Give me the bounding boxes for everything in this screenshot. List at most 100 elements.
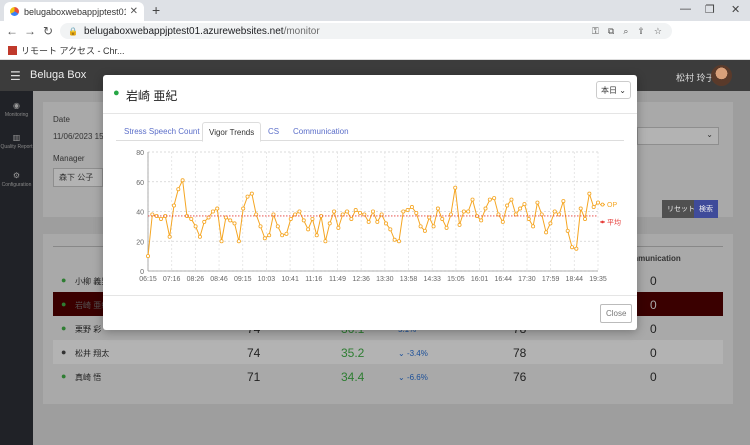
op-data-point <box>249 191 254 196</box>
op-data-point <box>392 237 397 242</box>
op-data-point <box>219 239 224 244</box>
op-data-point <box>258 224 263 229</box>
bookmarks-bar: リモート アクセス - Chr... <box>0 41 750 60</box>
period-dropdown[interactable]: 本日 ⌄ <box>596 81 631 99</box>
url-path: /monitor <box>283 25 320 37</box>
op-data-point <box>422 228 427 233</box>
communication-value: 0 <box>650 322 657 336</box>
restore-icon[interactable]: ❐ <box>705 3 715 16</box>
zoom-icon[interactable]: ⌕ <box>623 23 628 39</box>
tab-communication[interactable]: Communication <box>293 122 349 141</box>
person-icon: ● <box>61 323 67 333</box>
vigor-value: 34.4 <box>341 370 365 384</box>
minimize-icon[interactable]: — <box>680 3 691 15</box>
sidebar-item-monitoring[interactable]: ◉ Monitoring <box>0 101 33 118</box>
vigor-delta-text: -6.6% <box>406 373 428 382</box>
sidebar-item-quality-report[interactable]: ▥ Quality Report <box>0 133 33 150</box>
op-data-point <box>284 231 289 236</box>
x-tick-label: 11:49 <box>329 276 346 283</box>
op-data-point <box>228 218 233 223</box>
x-tick-label: 08:46 <box>210 276 228 283</box>
filter-select-right[interactable]: ⌄ <box>637 127 719 145</box>
browser-tab[interactable]: belugaboxwebappjptest01.azure ✕ <box>4 2 144 21</box>
x-tick-label: 10:41 <box>281 276 299 283</box>
window-close-icon[interactable]: ✕ <box>731 3 740 16</box>
x-tick-label: 16:44 <box>494 276 512 283</box>
op-legend-marker <box>600 202 605 207</box>
y-tick-label: 80 <box>136 150 144 157</box>
op-data-point <box>487 197 492 202</box>
x-tick-label: 14:33 <box>423 276 441 283</box>
tab-cs[interactable]: CS <box>268 122 279 141</box>
date-value[interactable]: 11/06/2023 15 <box>53 132 104 141</box>
op-data-point <box>561 199 566 204</box>
op-data-point <box>375 219 380 224</box>
op-data-point <box>509 197 514 202</box>
person-icon: ● <box>113 87 120 99</box>
op-data-point <box>336 225 341 230</box>
chevron-down-icon: ⌄ <box>706 130 713 139</box>
bookmark-remote-access[interactable]: リモート アクセス - Chr... <box>21 44 125 57</box>
person-icon: ● <box>61 299 67 309</box>
person-photo-icon: ● <box>61 347 67 357</box>
browser-tab-strip: belugaboxwebappjptest01.azure ✕ + — ❐ ✕ <box>0 0 750 21</box>
cs-value: 71 <box>247 370 261 384</box>
new-tab-icon[interactable]: + <box>152 3 160 17</box>
address-bar-row: ← → ↻ 🔒 belugaboxwebappjptest01.azureweb… <box>0 21 750 58</box>
sidebar: ◉ Monitoring ▥ Quality Report ⚙ Configur… <box>0 91 33 445</box>
person-icon: ● <box>61 371 67 381</box>
vigor-value: 35.2 <box>341 346 365 360</box>
translate-icon[interactable]: ⧉ <box>608 23 614 39</box>
sidebar-item-label: Quality Report <box>0 144 33 150</box>
bookmark-star-icon[interactable]: ☆ <box>654 23 662 39</box>
op-data-point <box>587 191 592 196</box>
op-data-point <box>526 216 531 221</box>
key-icon[interactable]: ⚿ <box>592 23 599 39</box>
op-data-point <box>388 227 393 232</box>
agent-name: 真崎 悟 <box>75 373 102 382</box>
reload-icon[interactable]: ↻ <box>39 24 57 38</box>
y-tick-label: 20 <box>136 239 144 246</box>
op-data-point <box>297 209 302 214</box>
communication-value: 0 <box>650 274 657 288</box>
tab-stress-speech-count[interactable]: Stress Speech Count <box>124 122 200 141</box>
site-favicon-icon <box>10 7 19 16</box>
op-data-point <box>518 206 523 211</box>
op-data-point <box>193 224 198 229</box>
close-tab-icon[interactable]: ✕ <box>130 6 138 17</box>
op-data-point <box>548 221 553 226</box>
x-tick-label: 09:15 <box>234 276 252 283</box>
bookmark-favicon-icon <box>8 45 17 55</box>
tab-vigor-trends[interactable]: Vigor Trends <box>202 122 262 142</box>
op-data-point <box>500 219 505 224</box>
op-data-point <box>483 206 488 211</box>
agent-name: 栗野 彩 <box>75 325 102 334</box>
op-data-point <box>327 221 332 226</box>
user-avatar[interactable] <box>711 65 732 86</box>
modal-header: ● 岩崎 亜紀 本日 ⌄ <box>103 75 637 114</box>
person-icon: ● <box>61 275 67 285</box>
url-field[interactable]: 🔒 belugaboxwebappjptest01.azurewebsites.… <box>60 23 672 39</box>
table-row[interactable]: ● 真崎 悟 71 34.4 ⌄ -6.6% 76 0 <box>53 364 723 388</box>
op-data-point <box>401 209 406 214</box>
search-button[interactable]: 検索 <box>694 200 718 218</box>
op-data-point <box>505 203 510 208</box>
chart-icon: ▥ <box>12 133 21 142</box>
table-row[interactable]: ● 松井 翔太 74 35.2 ⌄ -3.4% 78 0 <box>53 340 723 364</box>
op-data-point <box>310 216 315 221</box>
cs-score-value: 76 <box>513 370 527 384</box>
forward-icon[interactable]: → <box>21 24 39 38</box>
hamburger-menu-icon[interactable]: ☰ <box>10 69 21 83</box>
user-name[interactable]: 松村 玲子 <box>676 71 715 84</box>
manager-select[interactable]: 森下 公子 <box>53 168 103 187</box>
share-icon[interactable]: ⇪ <box>637 23 645 39</box>
op-data-point <box>366 219 371 224</box>
modal-tabs: Stress Speech Count Vigor Trends CS Comm… <box>116 122 624 142</box>
op-data-point <box>332 209 337 214</box>
x-tick-label: 18:44 <box>566 276 584 283</box>
sidebar-item-configuration[interactable]: ⚙ Configuration <box>0 171 33 188</box>
close-button[interactable]: Close <box>600 304 633 323</box>
op-data-point <box>189 216 194 221</box>
communication-value: 0 <box>650 346 657 360</box>
back-icon[interactable]: ← <box>3 24 21 38</box>
